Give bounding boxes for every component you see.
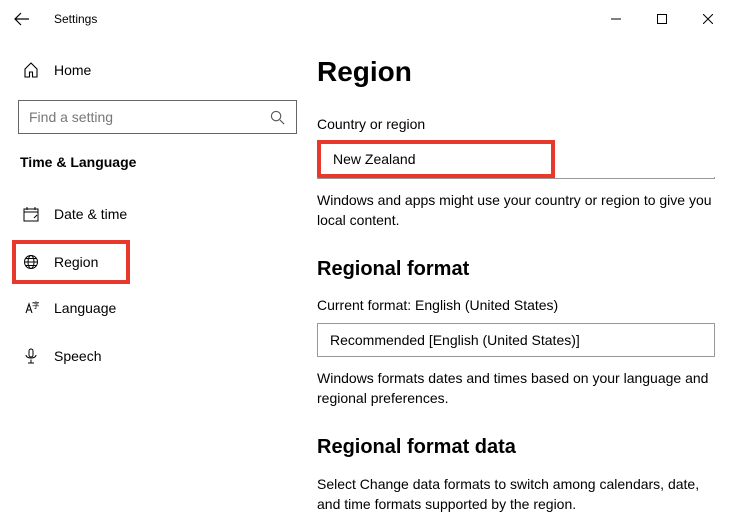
sidebar-category-header: Time & Language — [18, 154, 297, 170]
sidebar: Home Time & Language Date & time — [0, 38, 315, 515]
search-icon — [270, 110, 286, 125]
current-format-label: Current format: English (United States) — [317, 297, 715, 313]
globe-icon — [20, 254, 42, 270]
regional-format-data-heading: Regional format data — [317, 436, 715, 459]
sidebar-nav: Date & time Region 字 Language — [18, 194, 297, 384]
regional-format-data-helper: Select Change data formats to switch amo… — [317, 475, 715, 514]
titlebar: Settings — [0, 0, 731, 38]
country-dropdown[interactable]: New Zealand — [317, 140, 555, 178]
regional-format-heading: Regional format — [317, 258, 715, 281]
minimize-button[interactable] — [593, 3, 639, 35]
minimize-icon — [611, 14, 621, 24]
nav-home-label: Home — [54, 62, 91, 78]
calendar-icon — [20, 206, 42, 222]
arrow-left-icon — [14, 11, 30, 27]
microphone-icon — [20, 348, 42, 364]
format-dropdown-value: Recommended [English (United States)] — [330, 332, 580, 348]
back-button[interactable] — [0, 0, 44, 38]
close-icon — [703, 14, 713, 24]
nav-language-label: Language — [54, 300, 116, 316]
nav-speech-label: Speech — [54, 348, 101, 364]
home-icon — [20, 62, 42, 78]
nav-language[interactable]: 字 Language — [18, 288, 297, 328]
country-dropdown-border — [317, 177, 715, 179]
nav-home[interactable]: Home — [18, 50, 297, 90]
country-dropdown-value: New Zealand — [333, 151, 416, 167]
country-helper-text: Windows and apps might use your country … — [317, 191, 715, 230]
search-input[interactable] — [18, 100, 297, 134]
maximize-icon — [657, 14, 667, 24]
nav-date-time[interactable]: Date & time — [18, 194, 297, 234]
page-heading: Region — [317, 56, 715, 88]
window-title: Settings — [54, 12, 97, 26]
window-controls — [593, 3, 731, 35]
country-label: Country or region — [317, 116, 715, 132]
nav-date-time-label: Date & time — [54, 206, 127, 222]
search-field[interactable] — [29, 109, 270, 125]
nav-speech[interactable]: Speech — [18, 336, 297, 376]
close-button[interactable] — [685, 3, 731, 35]
svg-text:字: 字 — [32, 300, 39, 310]
main-content: Region Country or region New Zealand Win… — [315, 38, 731, 515]
language-icon: 字 — [20, 300, 42, 316]
format-dropdown[interactable]: Recommended [English (United States)] — [317, 323, 715, 357]
nav-region[interactable]: Region — [12, 240, 130, 284]
nav-region-label: Region — [54, 254, 98, 270]
format-helper-text: Windows formats dates and times based on… — [317, 369, 715, 408]
maximize-button[interactable] — [639, 3, 685, 35]
